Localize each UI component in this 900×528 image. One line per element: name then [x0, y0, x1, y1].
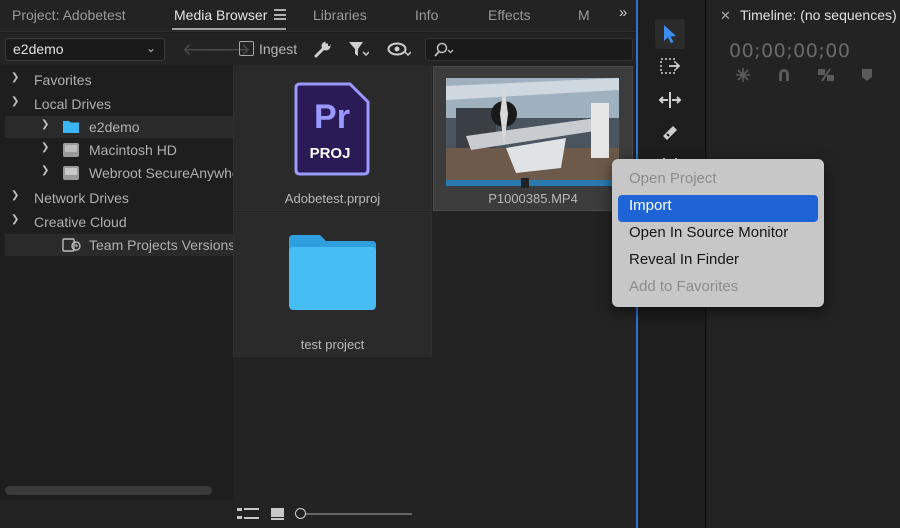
list-view-icon[interactable] [237, 507, 259, 521]
razor-tool[interactable] [655, 118, 685, 148]
location-dropdown[interactable]: e2demo ⌄ [5, 38, 165, 61]
tab-project[interactable]: Project: Adobetest [12, 7, 126, 23]
expand-arrow-icon[interactable]: ❯ [11, 190, 19, 201]
premiere-project-icon: Pr PROJ [294, 82, 370, 176]
selection-tool[interactable] [655, 19, 685, 49]
file-name: P1000385.MP4 [488, 191, 578, 206]
track-select-icon [660, 58, 681, 74]
tab-overflow-icon[interactable]: » [619, 4, 627, 21]
menu-item-open-in-source-monitor[interactable]: Open In Source Monitor [618, 222, 818, 249]
menu-item-import[interactable]: Import [618, 195, 818, 222]
filter-icon[interactable] [347, 39, 369, 59]
media-browser-toolbar: e2demo ⌄ 🡐 🡒 Ingest [0, 33, 637, 66]
expand-arrow-icon[interactable]: ❯ [11, 96, 19, 107]
drive-icon [62, 142, 80, 161]
icon-view-icon[interactable] [270, 507, 286, 521]
file-grid: Pr PROJ Adobetest.prproj P1000385.MP4 te… [233, 66, 637, 500]
zoom-slider-handle[interactable] [295, 508, 306, 519]
nest-sequence-icon[interactable] [734, 67, 752, 83]
view-eye-icon[interactable] [387, 39, 411, 59]
ingest-checkbox[interactable] [239, 41, 254, 56]
tree-item-creative-cloud[interactable]: ❯ Creative Cloud [5, 211, 233, 233]
svg-text:Pr: Pr [314, 98, 350, 136]
timecode-display[interactable]: 00;00;00;00 [729, 40, 850, 62]
location-value: e2demo [13, 41, 64, 57]
tree-item-team-projects-versions[interactable]: Team Projects Versions [5, 234, 233, 256]
media-browser-bottom-bar [0, 500, 637, 528]
panel-tab-bar: Project: Adobetest Media Browser Librari… [0, 0, 637, 32]
tree-item-local-drives[interactable]: ❯ Local Drives [5, 93, 233, 115]
selection-arrow-icon [664, 25, 676, 43]
tree-item-favorites[interactable]: ❯ Favorites [5, 69, 233, 91]
ingest-label: Ingest [259, 41, 298, 57]
razor-icon [663, 126, 677, 140]
timeline-title: Timeline: (no sequences) [740, 7, 897, 23]
team-projects-icon [62, 237, 82, 256]
tab-media-browser[interactable]: Media Browser [174, 7, 267, 23]
snap-magnet-icon[interactable] [776, 67, 792, 83]
context-menu: Open Project Import Open In Source Monit… [612, 159, 824, 307]
add-marker-icon[interactable] [861, 67, 873, 83]
collapse-arrow-icon[interactable]: ❯ [41, 119, 49, 130]
menu-item-open-project: Open Project [629, 170, 717, 187]
tab-libraries[interactable]: Libraries [313, 7, 367, 23]
linked-selection-icon[interactable] [816, 67, 836, 83]
expand-arrow-icon[interactable]: ❯ [11, 214, 19, 225]
search-icon [434, 42, 454, 57]
tree-item-webroot[interactable]: ❯ Webroot SecureAnywhe [5, 162, 233, 184]
expand-arrow-icon[interactable]: ❯ [11, 72, 19, 83]
menu-item-reveal-in-finder[interactable]: Reveal In Finder [618, 249, 818, 276]
collapse-arrow-icon[interactable]: ❯ [41, 165, 49, 176]
file-tile-folder[interactable]: test project [233, 212, 432, 357]
folder-icon [289, 235, 376, 310]
tree-item-e2demo[interactable]: ❯ e2demo [5, 116, 233, 138]
menu-item-add-to-favorites: Add to Favorites [629, 278, 739, 295]
svg-text:PROJ: PROJ [310, 145, 351, 162]
wrench-icon[interactable] [313, 39, 333, 59]
file-tile-prproj[interactable]: Pr PROJ Adobetest.prproj [233, 66, 432, 211]
horizontal-scrollbar[interactable] [5, 486, 212, 495]
panel-menu-icon[interactable] [274, 9, 286, 20]
tree-item-macintosh-hd[interactable]: ❯ Macintosh HD [5, 139, 233, 161]
tab-markers-truncated[interactable]: M [578, 7, 590, 23]
active-tab-underline [172, 28, 286, 30]
file-tile-video[interactable]: P1000385.MP4 [433, 66, 633, 211]
file-name: test project [300, 337, 365, 352]
tab-effects[interactable]: Effects [488, 7, 531, 23]
collapse-arrow-icon[interactable]: ❯ [41, 142, 49, 153]
folder-icon [62, 119, 80, 137]
video-thumbnail [446, 78, 619, 188]
zoom-slider[interactable] [302, 513, 412, 515]
drive-icon [62, 165, 80, 184]
file-name: Adobetest.prproj [284, 191, 381, 206]
ripple-edit-tool[interactable] [655, 85, 685, 115]
track-select-tool[interactable] [655, 52, 685, 82]
ripple-edit-icon [658, 92, 682, 108]
close-icon[interactable]: ✕ [720, 8, 731, 24]
search-input[interactable] [425, 38, 633, 61]
tab-info[interactable]: Info [415, 7, 438, 23]
location-tree: ❯ Favorites ❯ Local Drives ❯ e2demo ❯ Ma… [0, 66, 233, 500]
chevron-down-icon: ⌄ [145, 41, 156, 55]
tree-item-network-drives[interactable]: ❯ Network Drives [5, 187, 233, 209]
